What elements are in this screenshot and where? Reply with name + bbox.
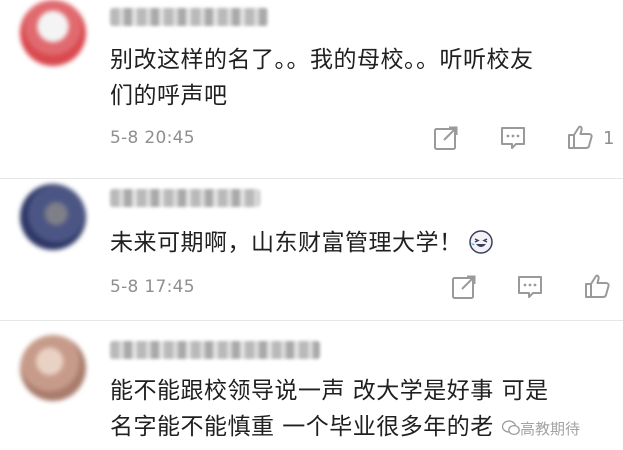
comment-text-line: 别改这样的名了。。我的母校。。听听校友 (110, 47, 534, 73)
wechat-logo-icon (502, 420, 520, 436)
thumbs-up-icon[interactable] (566, 123, 594, 151)
like-count: 1 (603, 128, 615, 149)
share-icon[interactable] (450, 273, 478, 301)
laughing-emoji-icon (468, 230, 493, 254)
comment-text-line: 未来可期啊，山东财富管理大学！ (110, 230, 463, 256)
username-redacted (110, 189, 260, 207)
avatar[interactable] (20, 184, 86, 250)
avatar[interactable] (20, 335, 86, 401)
thumbs-up-icon[interactable] (583, 272, 611, 300)
timestamp: 5-8 17:45 (110, 277, 195, 297)
comment-text: 别改这样的名了。。我的母校。。听听校友 们的呼声吧 (110, 42, 610, 114)
comment-item-2: 未来可期啊，山东财富管理大学！ 5-8 17:45 (0, 179, 623, 319)
avatar[interactable] (20, 0, 86, 66)
username-redacted (110, 341, 320, 359)
comment-text-line: 们的呼声吧 (110, 83, 228, 109)
comment-icon[interactable] (516, 273, 544, 301)
comment-item-1: 别改这样的名了。。我的母校。。听听校友 们的呼声吧 5-8 20:45 1 (0, 0, 623, 178)
comment-text-line: 能不能跟校领导说一声 改大学是好事 可是 (110, 378, 549, 404)
comment-text: 未来可期啊，山东财富管理大学！ (110, 225, 610, 261)
username-redacted (110, 8, 268, 26)
watermark: 高教期待 (520, 420, 581, 438)
timestamp: 5-8 20:45 (110, 128, 195, 148)
comment-icon[interactable] (499, 124, 527, 152)
share-icon[interactable] (432, 124, 460, 152)
